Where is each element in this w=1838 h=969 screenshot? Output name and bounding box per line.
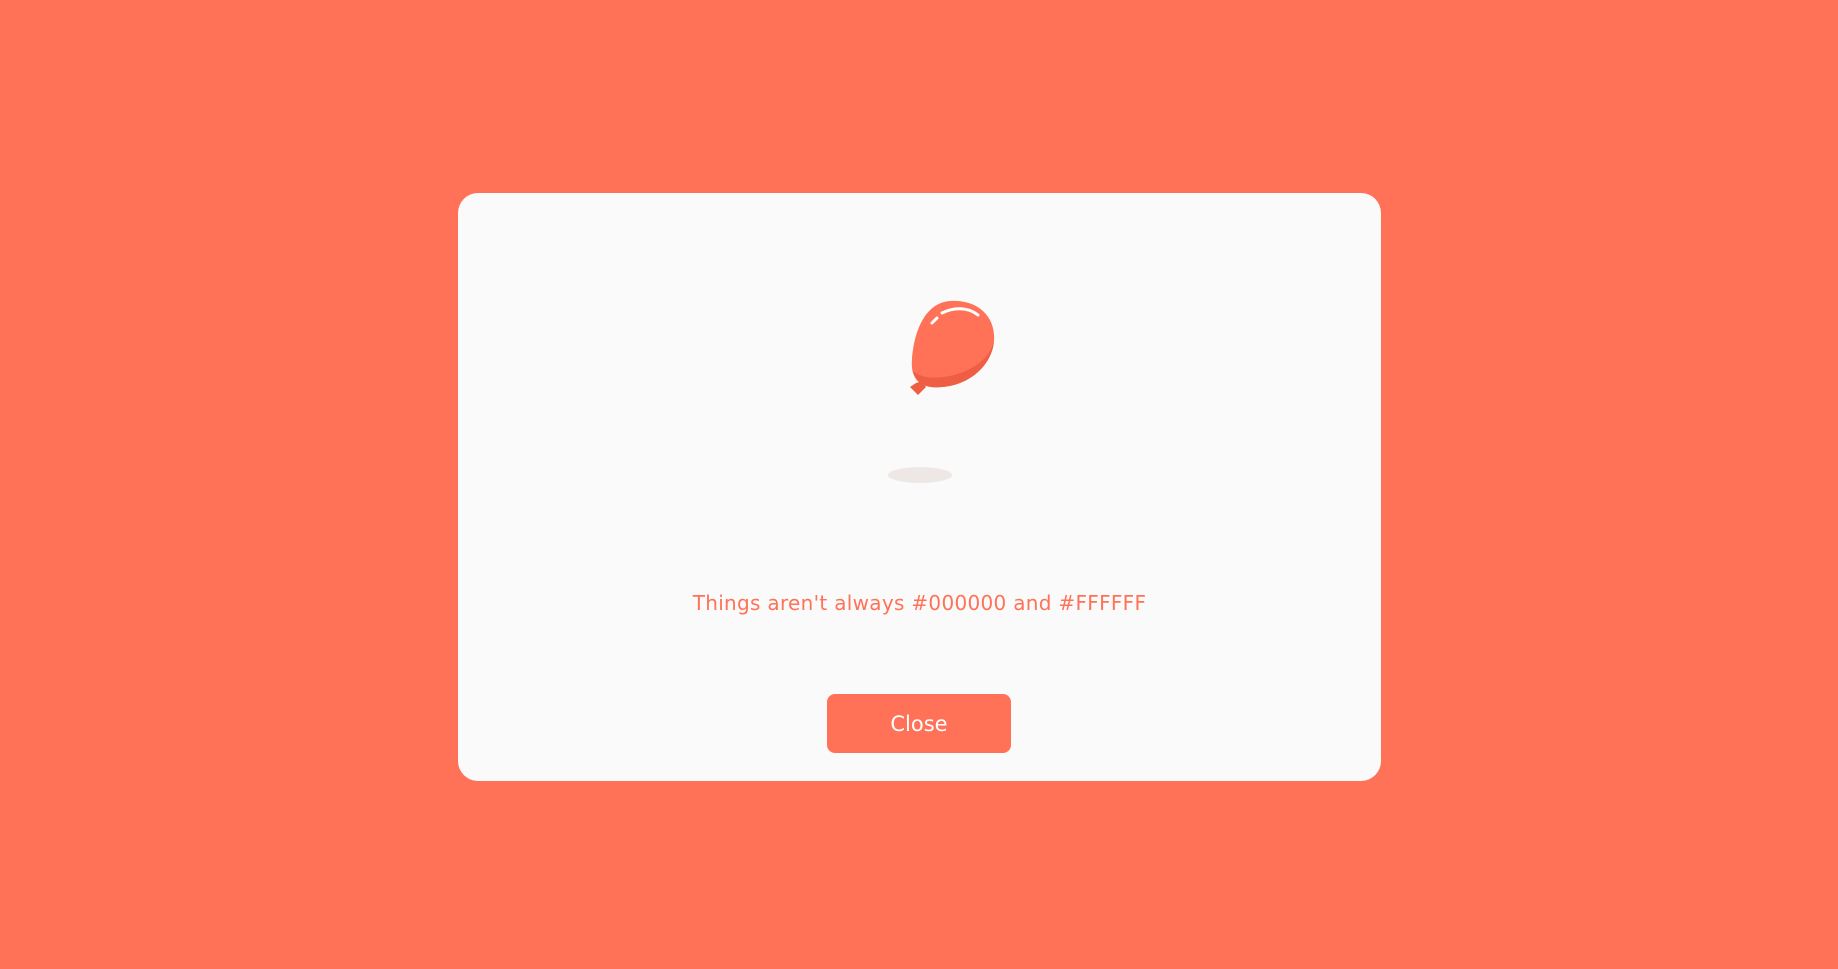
- balloon-icon: [910, 300, 995, 395]
- modal-message: Things aren't always #000000 and #FFFFFF: [692, 591, 1147, 615]
- modal-dialog: Things aren't always #000000 and #FFFFFF…: [458, 193, 1381, 781]
- close-button[interactable]: Close: [827, 694, 1011, 753]
- balloon-shadow: [888, 467, 952, 483]
